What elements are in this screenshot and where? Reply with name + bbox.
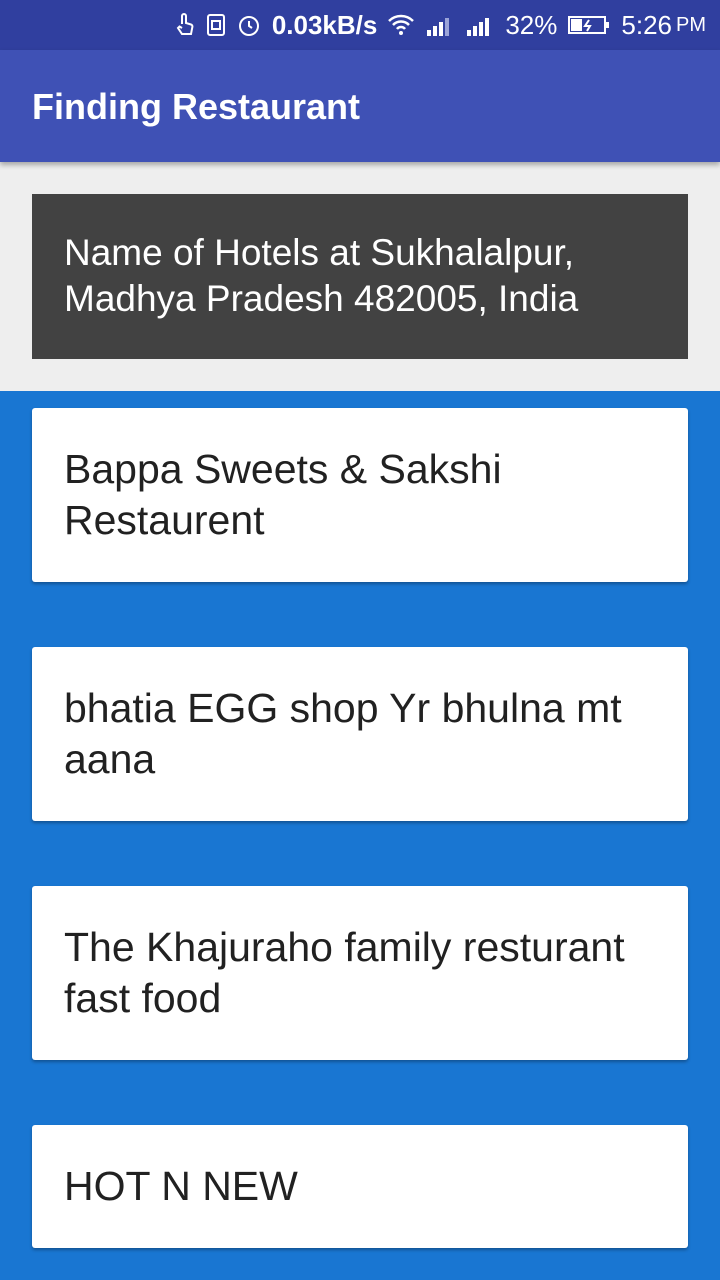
restaurant-card[interactable]: The Khajuraho family resturant fast food xyxy=(32,886,688,1060)
wifi-icon xyxy=(387,13,415,37)
network-speed: 0.03kB/s xyxy=(271,9,378,40)
restaurant-name: bhatia EGG shop Yr bhulna mt aana xyxy=(64,685,622,782)
alarm-icon xyxy=(236,12,262,38)
clock-ampm: PM xyxy=(676,13,706,36)
restaurant-name: Bappa Sweets & Sakshi Restaurent xyxy=(64,446,502,543)
page-title: Finding Restaurant xyxy=(32,86,361,127)
restaurant-name: The Khajuraho family resturant fast food xyxy=(64,924,625,1021)
restaurant-card[interactable]: Bappa Sweets & Sakshi Restaurent xyxy=(32,408,688,582)
clock: 5:26 PM xyxy=(621,10,706,41)
app-bar: Finding Restaurant xyxy=(0,50,720,162)
restaurant-name: HOT N NEW xyxy=(64,1163,298,1209)
clock-time: 5:26 xyxy=(621,9,672,40)
restaurant-card[interactable]: bhatia EGG shop Yr bhulna mt aana xyxy=(32,647,688,821)
screen-icon xyxy=(206,12,226,38)
battery-charging-icon xyxy=(567,14,611,36)
signal-sim1-icon xyxy=(425,12,455,38)
location-heading: Name of Hotels at Sukhalalpur, Madhya Pr… xyxy=(32,194,688,359)
location-header-area: Name of Hotels at Sukhalalpur, Madhya Pr… xyxy=(0,162,720,391)
status-bar: 0.03kB/s 32% 5:26 PM xyxy=(0,0,720,50)
battery-percent: 32% xyxy=(505,9,558,40)
touch-icon xyxy=(174,12,196,38)
restaurant-card[interactable]: HOT N NEW xyxy=(32,1125,688,1248)
signal-sim2-icon xyxy=(465,12,495,38)
restaurant-list: Bappa Sweets & Sakshi Restaurent bhatia … xyxy=(0,391,720,1280)
